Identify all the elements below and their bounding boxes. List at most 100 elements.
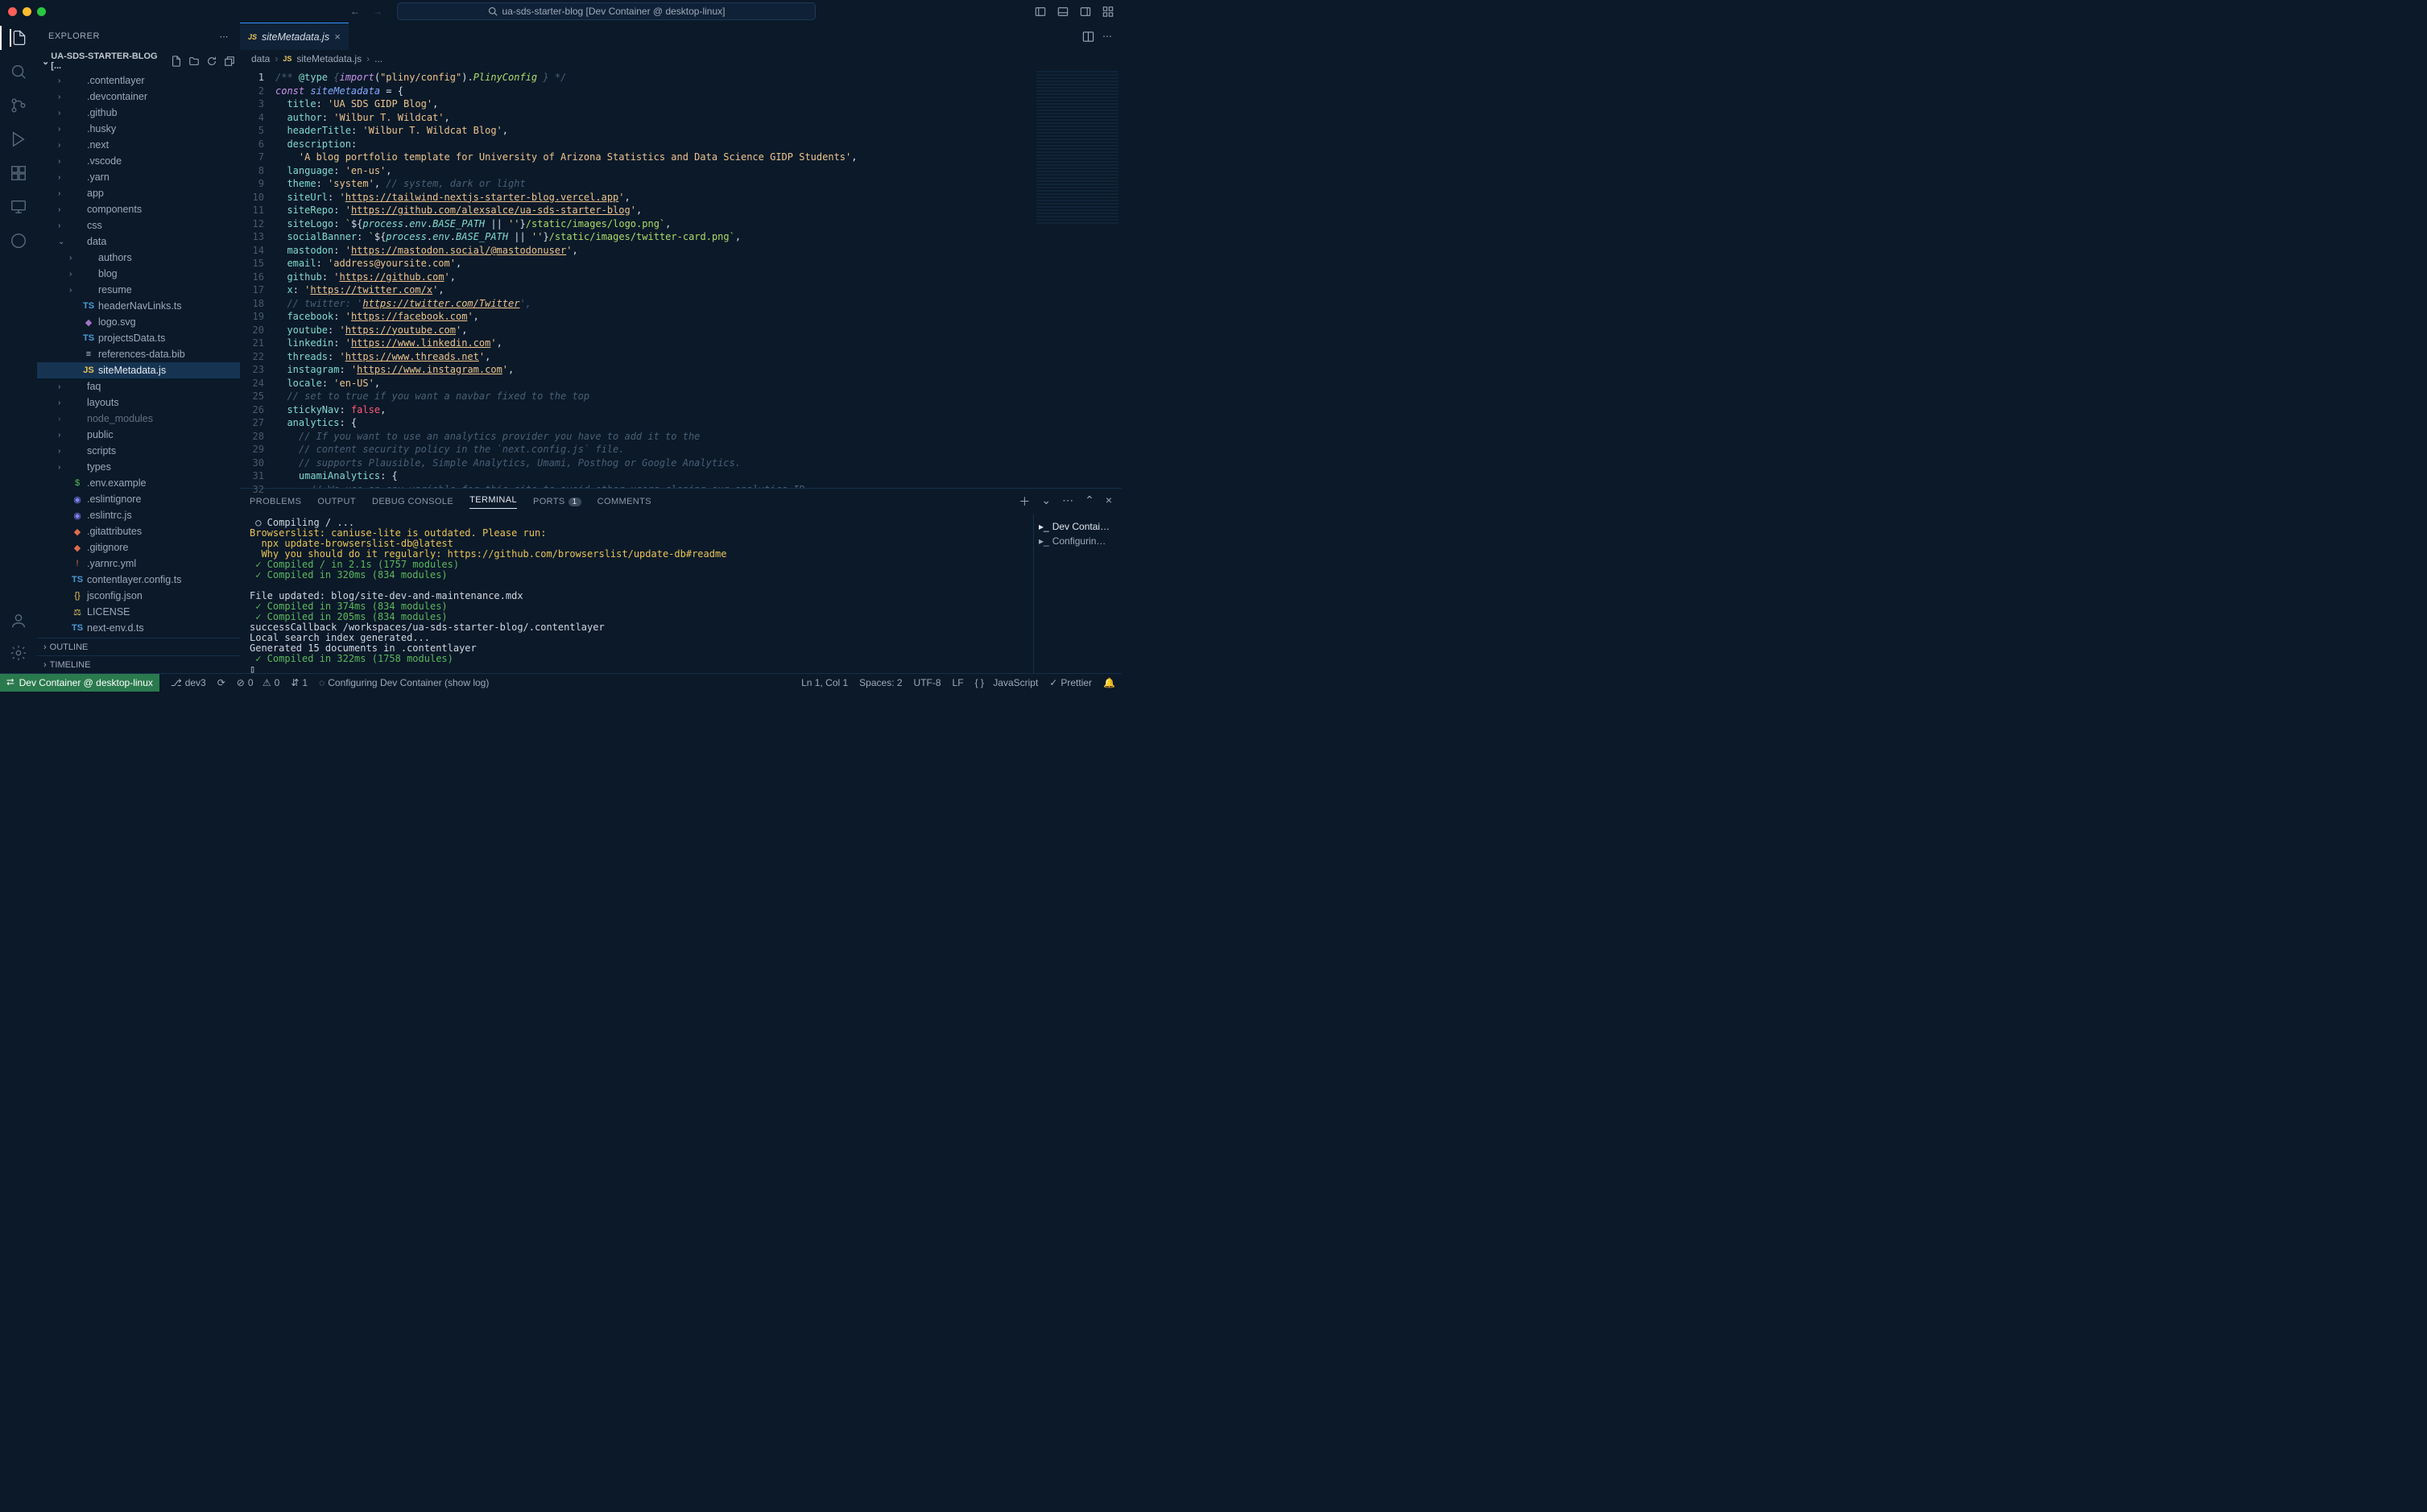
layout-sidebar-left-icon[interactable] <box>1035 6 1046 17</box>
terminal-item-dev-container[interactable]: ▸_Dev Contai… <box>1036 519 1120 534</box>
breadcrumb-item[interactable]: data <box>251 53 270 64</box>
file-item[interactable]: ◉.eslintrc.js <box>37 507 240 523</box>
breadcrumb-item[interactable]: ... <box>374 53 382 64</box>
folder-item[interactable]: ›layouts <box>37 395 240 411</box>
eol[interactable]: LF <box>953 677 964 688</box>
tab-comments[interactable]: COMMENTS <box>597 497 651 506</box>
settings-gear-icon[interactable] <box>10 644 27 662</box>
file-item[interactable]: TSheaderNavLinks.ts <box>37 298 240 314</box>
folder-item[interactable]: ⌄data <box>37 233 240 250</box>
file-item[interactable]: ◆logo.svg <box>37 314 240 330</box>
file-item[interactable]: JSsiteMetadata.js <box>37 362 240 378</box>
nav-forward-icon[interactable]: → <box>373 6 382 17</box>
folder-item[interactable]: ›blog <box>37 266 240 282</box>
workspace-folder-header[interactable]: ⌄ UA-SDS-STARTER-BLOG [... <box>37 50 240 72</box>
explorer-more-icon[interactable]: ⋯ <box>220 31 229 42</box>
new-folder-icon[interactable] <box>188 56 200 67</box>
notifications-icon[interactable]: 🔔 <box>1103 677 1115 688</box>
source-control-icon[interactable] <box>10 97 27 114</box>
folder-item[interactable]: ›authors <box>37 250 240 266</box>
panel-close-icon[interactable]: × <box>1106 494 1112 510</box>
breadcrumb-item[interactable]: siteMetadata.js <box>296 53 362 64</box>
folder-item[interactable]: ›.vscode <box>37 153 240 169</box>
cursor-position[interactable]: Ln 1, Col 1 <box>801 677 848 688</box>
refresh-icon[interactable] <box>206 56 217 67</box>
problems-status[interactable]: ⊘0 ⚠0 <box>237 677 280 688</box>
collapse-all-icon[interactable] <box>224 56 235 67</box>
tab-sitemetadata[interactable]: JS siteMetadata.js × <box>240 23 349 50</box>
folder-item[interactable]: ›css <box>37 217 240 233</box>
indentation[interactable]: Spaces: 2 <box>859 677 902 688</box>
nav-back-icon[interactable]: ← <box>350 6 360 17</box>
encoding[interactable]: UTF-8 <box>914 677 941 688</box>
folder-item[interactable]: ›scripts <box>37 443 240 459</box>
panel-more-icon[interactable]: ⋯ <box>1062 494 1073 510</box>
tab-terminal[interactable]: TERMINAL <box>469 495 517 509</box>
folder-item[interactable]: ›types <box>37 459 240 475</box>
file-item[interactable]: ◆.gitattributes <box>37 523 240 539</box>
outline-section[interactable]: › OUTLINE <box>37 638 240 655</box>
file-item[interactable]: $.env.example <box>37 475 240 491</box>
new-file-icon[interactable] <box>171 56 182 67</box>
editor-more-icon[interactable]: ⋯ <box>1102 31 1112 42</box>
tab-problems[interactable]: PROBLEMS <box>250 497 301 506</box>
language-mode[interactable]: { } JavaScript <box>975 677 1039 688</box>
folder-item[interactable]: ›.husky <box>37 121 240 137</box>
folder-item[interactable]: ›.next <box>37 137 240 153</box>
folder-item[interactable]: ›resume <box>37 282 240 298</box>
split-editor-icon[interactable] <box>1082 31 1094 43</box>
explorer-icon[interactable] <box>10 29 27 47</box>
tab-output[interactable]: OUTPUT <box>317 497 356 506</box>
customize-layout-icon[interactable] <box>1102 6 1114 17</box>
folder-item[interactable]: ›components <box>37 201 240 217</box>
code-content[interactable]: /** @type {import("pliny/config").PlinyC… <box>275 68 1033 488</box>
minimap[interactable] <box>1033 68 1122 488</box>
search-activity-icon[interactable] <box>10 63 27 81</box>
terminal-output[interactable]: ○ Compiling / ... Browserslist: caniuse-… <box>240 514 1033 673</box>
file-item[interactable]: ◆.gitignore <box>37 539 240 556</box>
file-item[interactable]: ⚖LICENSE <box>37 604 240 620</box>
breadcrumbs[interactable]: data › JS siteMetadata.js › ... <box>240 50 1122 68</box>
folder-item[interactable]: ›.github <box>37 105 240 121</box>
github-icon[interactable] <box>10 232 27 250</box>
ports-status[interactable]: ⇵1 <box>291 677 308 688</box>
minimize-window-button[interactable] <box>23 7 31 16</box>
close-window-button[interactable] <box>8 7 17 16</box>
folder-item[interactable]: ›public <box>37 427 240 443</box>
new-terminal-icon[interactable]: ＋ <box>1019 494 1030 510</box>
prettier-status[interactable]: ✓Prettier <box>1049 677 1092 688</box>
git-branch[interactable]: ⎇dev3 <box>171 677 206 688</box>
maximize-window-button[interactable] <box>37 7 46 16</box>
folder-item[interactable]: ›.devcontainer <box>37 89 240 105</box>
remote-explorer-icon[interactable] <box>10 198 27 216</box>
terminal-item-configuring[interactable]: ▸_Configurin… <box>1036 534 1120 548</box>
file-item[interactable]: ◉.eslintignore <box>37 491 240 507</box>
file-item[interactable]: TSprojectsData.ts <box>37 330 240 346</box>
folder-item[interactable]: ›.yarn <box>37 169 240 185</box>
accounts-icon[interactable] <box>10 612 27 630</box>
file-item[interactable]: TSnext-env.d.ts <box>37 620 240 636</box>
configuring-status[interactable]: ◌Configuring Dev Container (show log) <box>319 677 489 688</box>
folder-item[interactable]: ›.contentlayer <box>37 72 240 89</box>
layout-panel-icon[interactable] <box>1057 6 1069 17</box>
tab-ports[interactable]: PORTS1 <box>533 497 581 506</box>
git-sync[interactable]: ⟳ <box>217 677 225 688</box>
file-tree[interactable]: ›.contentlayer›.devcontainer›.github›.hu… <box>37 72 240 638</box>
tab-debug-console[interactable]: DEBUG CONSOLE <box>372 497 453 506</box>
command-center[interactable]: ua-sds-starter-blog [Dev Container @ des… <box>397 2 816 20</box>
layout-sidebar-right-icon[interactable] <box>1080 6 1091 17</box>
editor-body[interactable]: 1234567891011121314151617181920212223242… <box>240 68 1122 488</box>
terminal-dropdown-icon[interactable]: ⌄ <box>1041 494 1051 510</box>
folder-item[interactable]: ›app <box>37 185 240 201</box>
folder-item[interactable]: ›node_modules <box>37 411 240 427</box>
file-item[interactable]: !.yarnrc.yml <box>37 556 240 572</box>
run-debug-icon[interactable] <box>10 130 27 148</box>
file-item[interactable]: ≡references-data.bib <box>37 346 240 362</box>
panel-maximize-icon[interactable]: ⌃ <box>1085 494 1094 510</box>
timeline-section[interactable]: › TIMELINE <box>37 655 240 673</box>
remote-indicator[interactable]: ⮂ Dev Container @ desktop-linux <box>0 674 159 692</box>
file-item[interactable]: {}jsconfig.json <box>37 588 240 604</box>
folder-item[interactable]: ›faq <box>37 378 240 395</box>
extensions-icon[interactable] <box>10 164 27 182</box>
tab-close-icon[interactable]: × <box>334 31 341 43</box>
